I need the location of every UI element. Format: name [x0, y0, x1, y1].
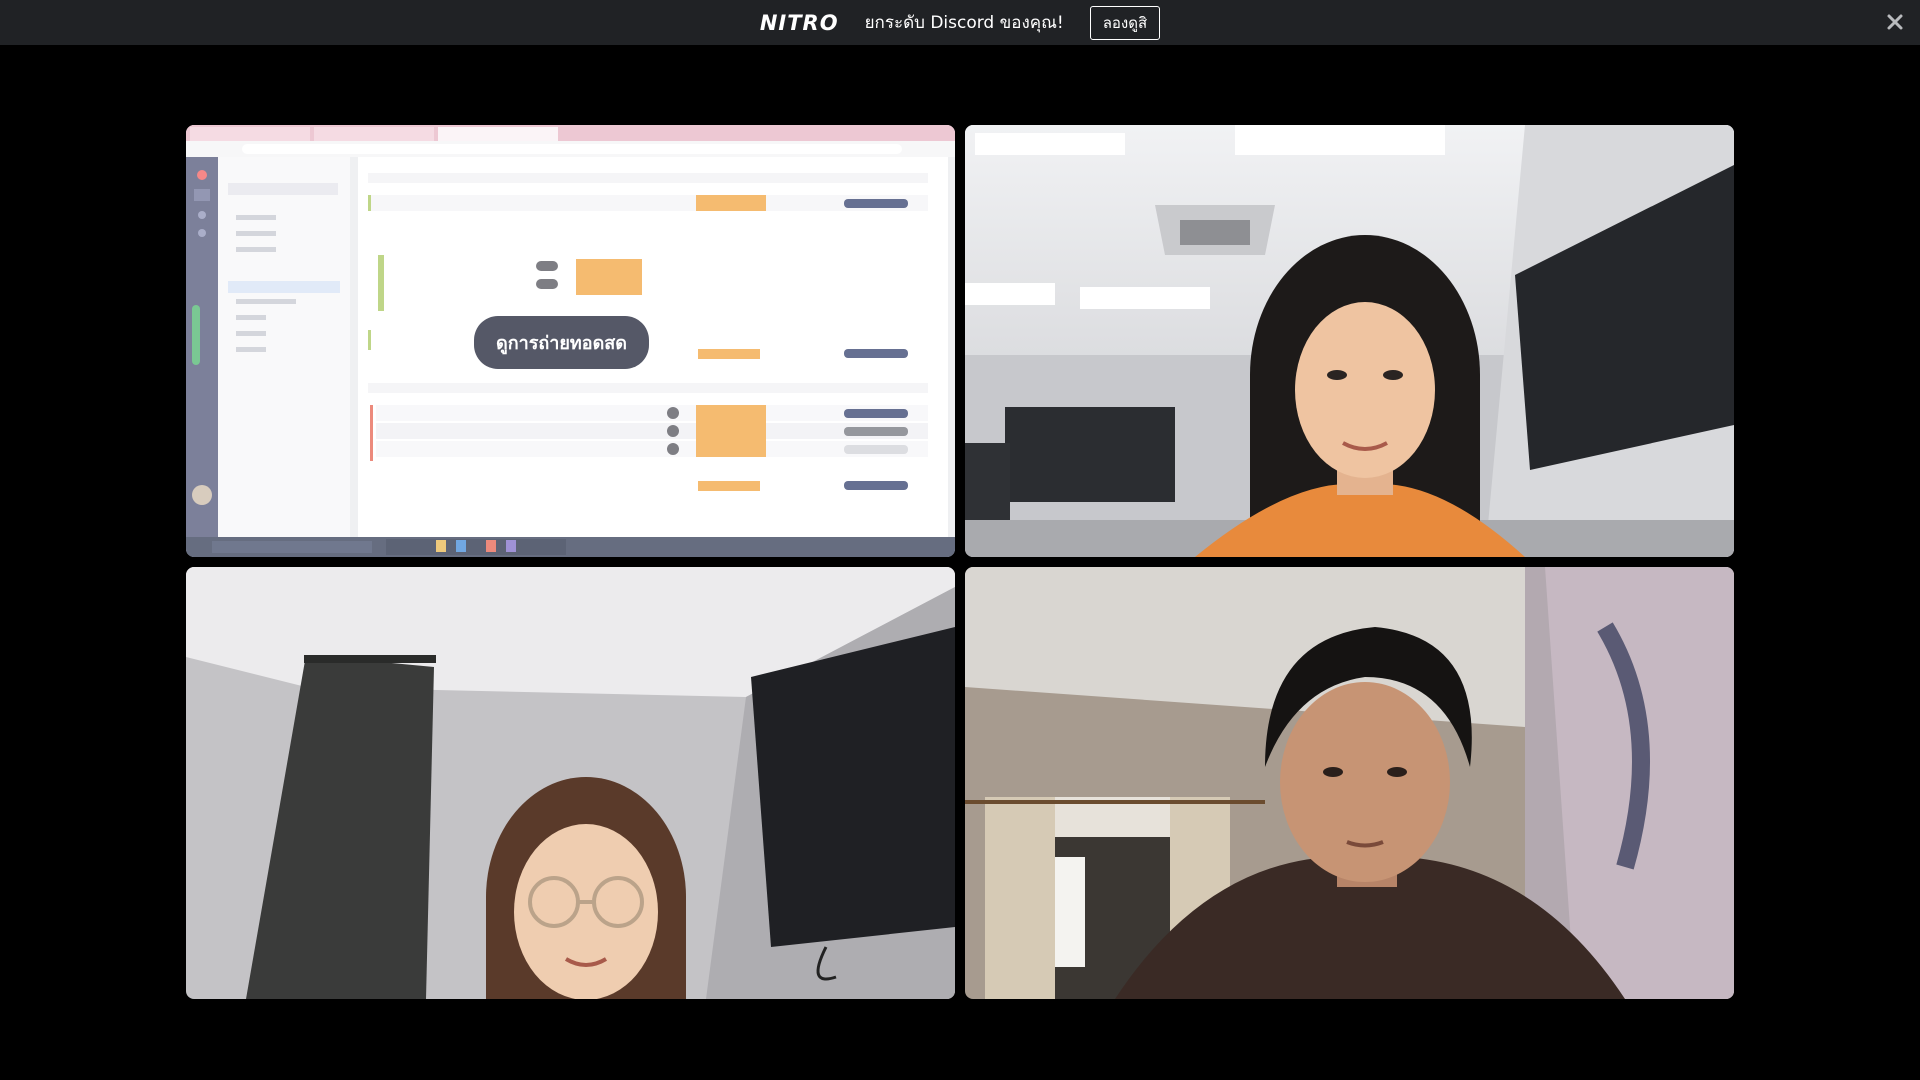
stream-tile[interactable]: ดูการถ่ายทอดสด: [186, 125, 955, 557]
nitro-logo: NITRO: [759, 10, 839, 35]
webcam-feed: [186, 567, 955, 999]
video-tile[interactable]: [965, 567, 1734, 999]
webcam-feed: [965, 567, 1734, 999]
watch-stream-button[interactable]: ดูการถ่ายทอดสด: [474, 316, 649, 369]
webcam-feed: [965, 125, 1734, 557]
video-tile[interactable]: [186, 567, 955, 999]
try-nitro-button[interactable]: ลองดูสิ: [1089, 5, 1161, 40]
close-icon[interactable]: [1884, 11, 1906, 33]
nitro-banner: NITRO ยกระดับ Discord ของคุณ! ลองดูสิ: [0, 0, 1920, 45]
banner-message: ยกระดับ Discord ของคุณ!: [864, 13, 1064, 33]
video-tile[interactable]: [965, 125, 1734, 557]
